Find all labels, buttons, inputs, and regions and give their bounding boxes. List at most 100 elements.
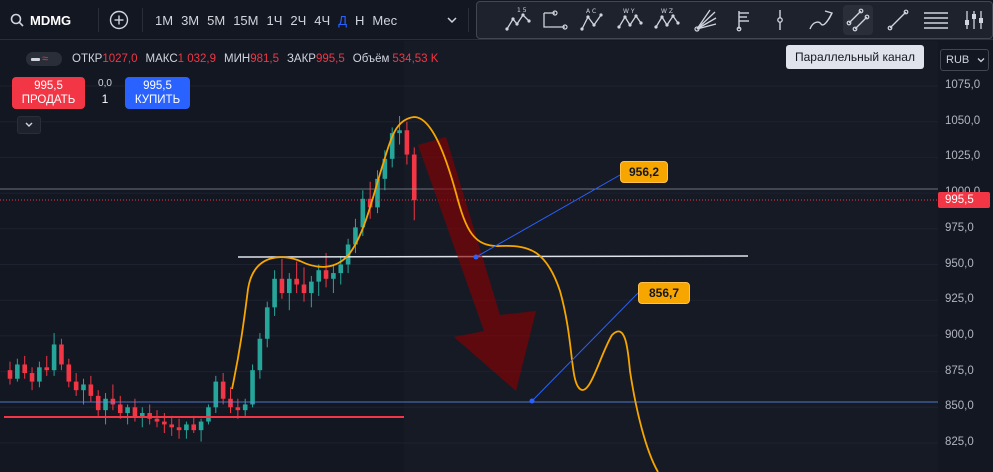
candle-body[interactable]: [51, 344, 57, 371]
candle-body[interactable]: [191, 424, 197, 431]
interval-2[interactable]: 5М: [203, 13, 229, 28]
candle-body[interactable]: [235, 407, 241, 411]
interval-0[interactable]: 1М: [151, 13, 177, 28]
candle-body[interactable]: [206, 407, 211, 422]
flag-tool[interactable]: [729, 5, 759, 35]
price-axis[interactable]: 1075,01050,01025,01000,0975,0950,0925,09…: [938, 41, 993, 472]
candle-body[interactable]: [125, 407, 130, 414]
sliders-tool[interactable]: [959, 5, 989, 35]
candle-body[interactable]: [397, 130, 402, 134]
price-tick: 950,0: [945, 257, 974, 270]
candle-body[interactable]: [301, 284, 307, 294]
candle-body[interactable]: [37, 367, 42, 382]
candle-body[interactable]: [184, 424, 189, 431]
candle-body[interactable]: [411, 154, 417, 201]
candle-body[interactable]: [22, 364, 27, 374]
price-tick: 875,0: [945, 364, 974, 377]
candle-body[interactable]: [88, 384, 94, 396]
candle-body[interactable]: [117, 404, 123, 414]
wave-icon: ≈: [42, 53, 49, 65]
candle-body[interactable]: [176, 427, 182, 431]
candle-body[interactable]: [81, 384, 86, 391]
candle-body[interactable]: [73, 381, 79, 391]
price-tick: 850,0: [945, 400, 974, 413]
candle-body[interactable]: [309, 281, 314, 294]
candle-body[interactable]: [338, 264, 344, 274]
interval-5[interactable]: 2Ч: [286, 13, 310, 28]
interval-9[interactable]: Мес: [368, 13, 401, 28]
currency-selector[interactable]: RUB: [940, 49, 989, 71]
candle-body[interactable]: [250, 370, 255, 405]
callout-anchor-1[interactable]: [473, 254, 479, 260]
intervals-dropdown-button[interactable]: [444, 12, 460, 28]
neckline[interactable]: [237, 255, 749, 258]
wave-wz-tool[interactable]: W Z: [652, 5, 682, 35]
candle-body[interactable]: [264, 307, 270, 339]
candle-body[interactable]: [154, 418, 160, 422]
candle-body[interactable]: [7, 370, 13, 379]
wave-wy-tool[interactable]: W Y: [615, 5, 645, 35]
collapse-legend-button[interactable]: [17, 116, 41, 134]
price-tick: 1075,0: [945, 79, 981, 91]
candle-body[interactable]: [29, 373, 35, 382]
vertical-line-tool[interactable]: [765, 5, 795, 35]
trend-line-tool[interactable]: [883, 5, 913, 35]
callout-anchor-2[interactable]: [529, 398, 535, 404]
candle-body[interactable]: [44, 367, 50, 371]
fib-fan-tool[interactable]: [691, 5, 721, 35]
wave-wz-icon: W Z: [654, 8, 680, 29]
high-value: 1 032,9: [177, 53, 217, 65]
candle-body[interactable]: [287, 278, 292, 294]
brush-tool[interactable]: [806, 5, 836, 35]
buy-button[interactable]: 995,5 КУПИТЬ: [125, 77, 190, 109]
open-value: 1027,0: [102, 53, 138, 65]
abcd-pattern-tool[interactable]: A C: [578, 5, 608, 35]
sell-button[interactable]: 995,5 ПРОДАТЬ: [12, 77, 85, 109]
candle-body[interactable]: [404, 130, 410, 155]
buy-price: 995,5: [143, 80, 172, 92]
wave-wy-icon: W Y: [617, 8, 643, 29]
candle-body[interactable]: [294, 278, 299, 285]
candle-body[interactable]: [169, 424, 174, 428]
current-price-tag: 995,5: [938, 192, 990, 208]
candle-body[interactable]: [213, 381, 219, 408]
symbol-search[interactable]: MDMG: [10, 10, 71, 30]
callout-label-1[interactable]: 956,2: [620, 161, 668, 183]
callout-label-2[interactable]: 856,7: [638, 282, 690, 304]
quantity-box[interactable]: 0,0 1: [91, 77, 119, 109]
interval-7[interactable]: Д: [334, 13, 351, 28]
legend-toggle[interactable]: ≈: [26, 52, 62, 66]
candle-body[interactable]: [66, 364, 72, 382]
interval-4[interactable]: 1Ч: [262, 13, 286, 28]
candle-body[interactable]: [15, 364, 20, 379]
candle-body[interactable]: [331, 273, 336, 279]
chevron-down-icon: [447, 17, 457, 24]
interval-6[interactable]: 4Ч: [310, 13, 334, 28]
candle-body[interactable]: [228, 398, 233, 408]
candle-body[interactable]: [59, 344, 64, 365]
horizontal-lines-tool[interactable]: [921, 5, 951, 35]
candle-body[interactable]: [279, 278, 285, 294]
interval-1[interactable]: 3М: [177, 13, 203, 28]
interval-8[interactable]: Н: [351, 13, 368, 28]
elliott-impulse-tool[interactable]: 1 5: [503, 5, 533, 35]
candle-body[interactable]: [103, 398, 108, 411]
candle-body[interactable]: [198, 421, 204, 431]
candle-body[interactable]: [95, 395, 101, 411]
candle-body[interactable]: [257, 338, 263, 371]
compare-add-button[interactable]: [109, 10, 129, 30]
interval-3[interactable]: 15М: [229, 13, 262, 28]
candle-body[interactable]: [272, 278, 277, 308]
candle-body[interactable]: [132, 407, 138, 418]
parallel-channel-tool[interactable]: [843, 5, 873, 35]
candle-body[interactable]: [323, 270, 329, 279]
price-tick: 975,0: [945, 221, 974, 234]
xabcd-pattern-tool[interactable]: [540, 5, 570, 35]
candle-body[interactable]: [316, 270, 321, 282]
svg-text:W Y: W Y: [623, 8, 635, 15]
candle-body[interactable]: [162, 421, 167, 425]
candle-body[interactable]: [220, 381, 226, 399]
candle-body[interactable]: [242, 404, 248, 411]
price-tick: 825,0: [945, 436, 974, 448]
brush-icon: [809, 10, 833, 30]
